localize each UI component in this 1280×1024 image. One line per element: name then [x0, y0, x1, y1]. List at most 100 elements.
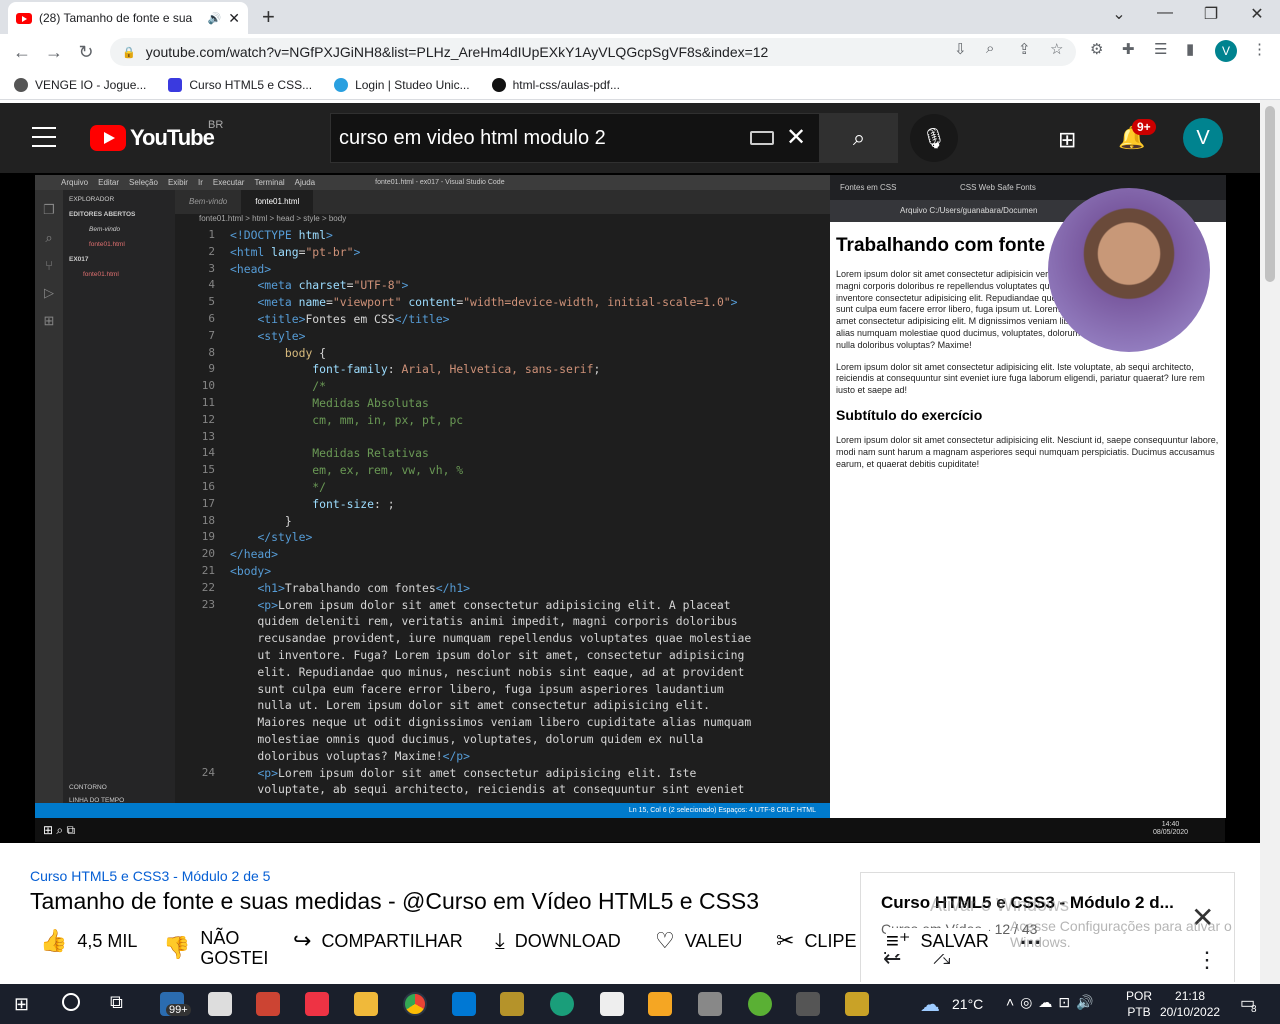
tray-icons[interactable]: ˄◎☁⊡🔊 [1006, 994, 1100, 1011]
search-button[interactable]: ⌕ [820, 113, 898, 163]
restore-button[interactable]: ❐ [1196, 4, 1226, 24]
edge-icon[interactable] [550, 992, 574, 1016]
video-vscode-window: Arquivo Editar Seleção Exibir Ir Executar Term… [35, 175, 830, 818]
mic-button[interactable]: 🎙 [910, 114, 958, 162]
create-video-icon[interactable]: ⊞ [1058, 127, 1076, 153]
bookmarks-bar: VENGE IO - Jogue... Curso HTML5 e CSS...… [0, 70, 1280, 100]
line-number: 22 [201, 580, 215, 594]
share-icon[interactable]: ⇪ [1018, 40, 1031, 58]
share-button[interactable]: ↪ COMPARTILHAR [293, 928, 463, 954]
pdf-app-icon[interactable] [500, 992, 524, 1016]
snipping-tool-icon[interactable] [796, 992, 820, 1016]
like-button[interactable]: 👍 4,5 MIL [40, 928, 137, 954]
file-explorer-icon[interactable] [354, 992, 378, 1016]
menu-icon[interactable]: ⋮ [1252, 40, 1267, 58]
line-number: 12 [201, 412, 215, 426]
back-button[interactable]: ← [6, 42, 38, 63]
video-windows-taskbar: ⊞ ⌕ ⧉ 14:40 08/05/2020 [35, 818, 1225, 842]
side-panel-icon[interactable]: ▮ [1186, 40, 1194, 58]
office-app-icon[interactable] [305, 992, 329, 1016]
bookmark-item[interactable]: Curso HTML5 e CSS... [168, 77, 312, 92]
line-number: 21 [201, 563, 215, 577]
bookmark-item[interactable]: html-css/aulas-pdf... [491, 77, 620, 92]
close-window-button[interactable]: ✕ [1242, 4, 1272, 24]
brackets-app-icon[interactable] [256, 992, 280, 1016]
minimize-button[interactable]: — [1150, 4, 1180, 22]
windows-start-icon[interactable]: ⊞ [14, 994, 29, 1015]
profile-avatar[interactable]: V [1215, 40, 1237, 62]
task-view-icon[interactable]: ⧉ [110, 992, 123, 1013]
url-text: youtube.com/watch?v=NGfPXJGiNH8&list=PLH… [145, 44, 769, 60]
playlist-link[interactable]: Curso HTML5 e CSS3 - Módulo 2 de 5 [30, 868, 270, 884]
search-circle-icon[interactable] [62, 993, 80, 1011]
line-number: 23 [201, 597, 215, 611]
menu-icon[interactable] [32, 127, 56, 147]
system-clock[interactable]: 21:18 20/10/2022 [1160, 988, 1220, 1020]
torrent-icon[interactable] [748, 992, 772, 1016]
clip-button[interactable]: ✂ CLIPE [776, 928, 856, 954]
files-icon: ❐ [43, 202, 55, 217]
line-number [175, 664, 215, 681]
address-bar[interactable]: 🔒 youtube.com/watch?v=NGfPXJGiNH8&list=P… [110, 38, 1076, 66]
vscode-menu-bar: Arquivo Editar Seleção Exibir Ir Executar Term… [35, 175, 830, 190]
extension-icon[interactable]: ⚙ [1090, 40, 1103, 58]
line-number: 13 [201, 429, 215, 443]
browser-tab[interactable]: (28) Tamanho de fonte e sua 🔊 ✕ [8, 2, 248, 34]
notepad-icon[interactable] [600, 992, 624, 1016]
zoom-icon[interactable]: ⌕ [986, 40, 994, 57]
bookmark-item[interactable]: Login | Studeo Unic... [334, 77, 470, 92]
app-icon[interactable] [845, 992, 869, 1016]
debug-icon: ▷ [44, 285, 54, 300]
sticky-notes-icon[interactable] [648, 992, 672, 1016]
line-number: 15 [201, 463, 215, 477]
clear-search-icon[interactable]: ✕ [786, 123, 806, 152]
download-button[interactable]: ⤓ DOWNLOAD [495, 928, 621, 954]
chrome-icon[interactable] [403, 992, 427, 1016]
line-number: 4 [208, 278, 215, 292]
forward-button[interactable]: → [38, 42, 70, 63]
line-number: 11 [201, 395, 215, 409]
document-app-icon[interactable] [208, 992, 232, 1016]
speaker-icon[interactable]: 🔊 [208, 12, 222, 25]
line-number: 1 [208, 228, 215, 241]
save-button[interactable]: ≡⁺ SALVAR [886, 928, 989, 954]
vscode-title: fonte01.html - ex017 - Visual Studio Cod… [375, 179, 505, 186]
weather-cloud-icon[interactable]: ☁ [920, 992, 940, 1017]
windows-taskbar: ⊞ ⧉ 99+ ☁ 21°C ˄◎☁⊡🔊 POR PTB 21:18 20/10/… [0, 984, 1280, 1024]
vscode-icon[interactable] [452, 992, 476, 1016]
reload-button[interactable]: ↻ [70, 42, 102, 63]
line-number: 24 [201, 765, 215, 779]
more-options-icon[interactable]: ⋮ [1196, 947, 1218, 973]
search-input[interactable]: curso em video html modulo 2 [330, 113, 820, 163]
temperature: 21°C [952, 996, 984, 1012]
bookmark-item[interactable]: VENGE IO - Jogue... [14, 77, 146, 92]
dislike-button[interactable]: 👎 NÃO GOSTEI [163, 928, 270, 968]
video-title: Tamanho de fonte e suas medidas - @Curso… [30, 888, 760, 914]
lock-icon: 🔒 [122, 46, 136, 59]
line-number [175, 697, 215, 714]
preview-tabs: Fontes em CSS CSS Web Safe Fonts [830, 175, 1226, 200]
line-number: 2 [208, 244, 215, 258]
account-avatar[interactable]: V [1183, 118, 1223, 158]
youtube-play-icon [90, 125, 126, 151]
language-indicator[interactable]: POR PTB [1126, 988, 1152, 1020]
thanks-button[interactable]: ♡ VALEU [655, 928, 742, 954]
notifications-badge: 9+ [1132, 119, 1156, 135]
vscode-activity-bar: ❐ ⌕ ⑂ ▷ ⊞ [35, 190, 63, 803]
media-icon[interactable]: ☰ [1154, 40, 1167, 58]
line-number [175, 681, 215, 698]
puzzle-icon[interactable]: ✚ [1122, 40, 1135, 58]
line-number: 10 [201, 379, 215, 393]
tab-search-icon[interactable]: ⌄ [1104, 4, 1134, 24]
install-icon[interactable]: ⇩ [954, 40, 967, 58]
keyboard-icon[interactable] [750, 131, 774, 145]
tab-close-icon[interactable]: ✕ [228, 10, 240, 27]
scrollbar-thumb[interactable] [1265, 106, 1275, 282]
calculator-icon[interactable] [698, 992, 722, 1016]
studeo-icon [334, 77, 349, 92]
youtube-logo[interactable]: YouTube [90, 125, 215, 151]
line-number: 6 [208, 311, 215, 325]
playlist-icon [168, 77, 183, 92]
bookmark-star-icon[interactable]: ☆ [1050, 40, 1063, 58]
new-tab-button[interactable]: + [262, 4, 275, 30]
